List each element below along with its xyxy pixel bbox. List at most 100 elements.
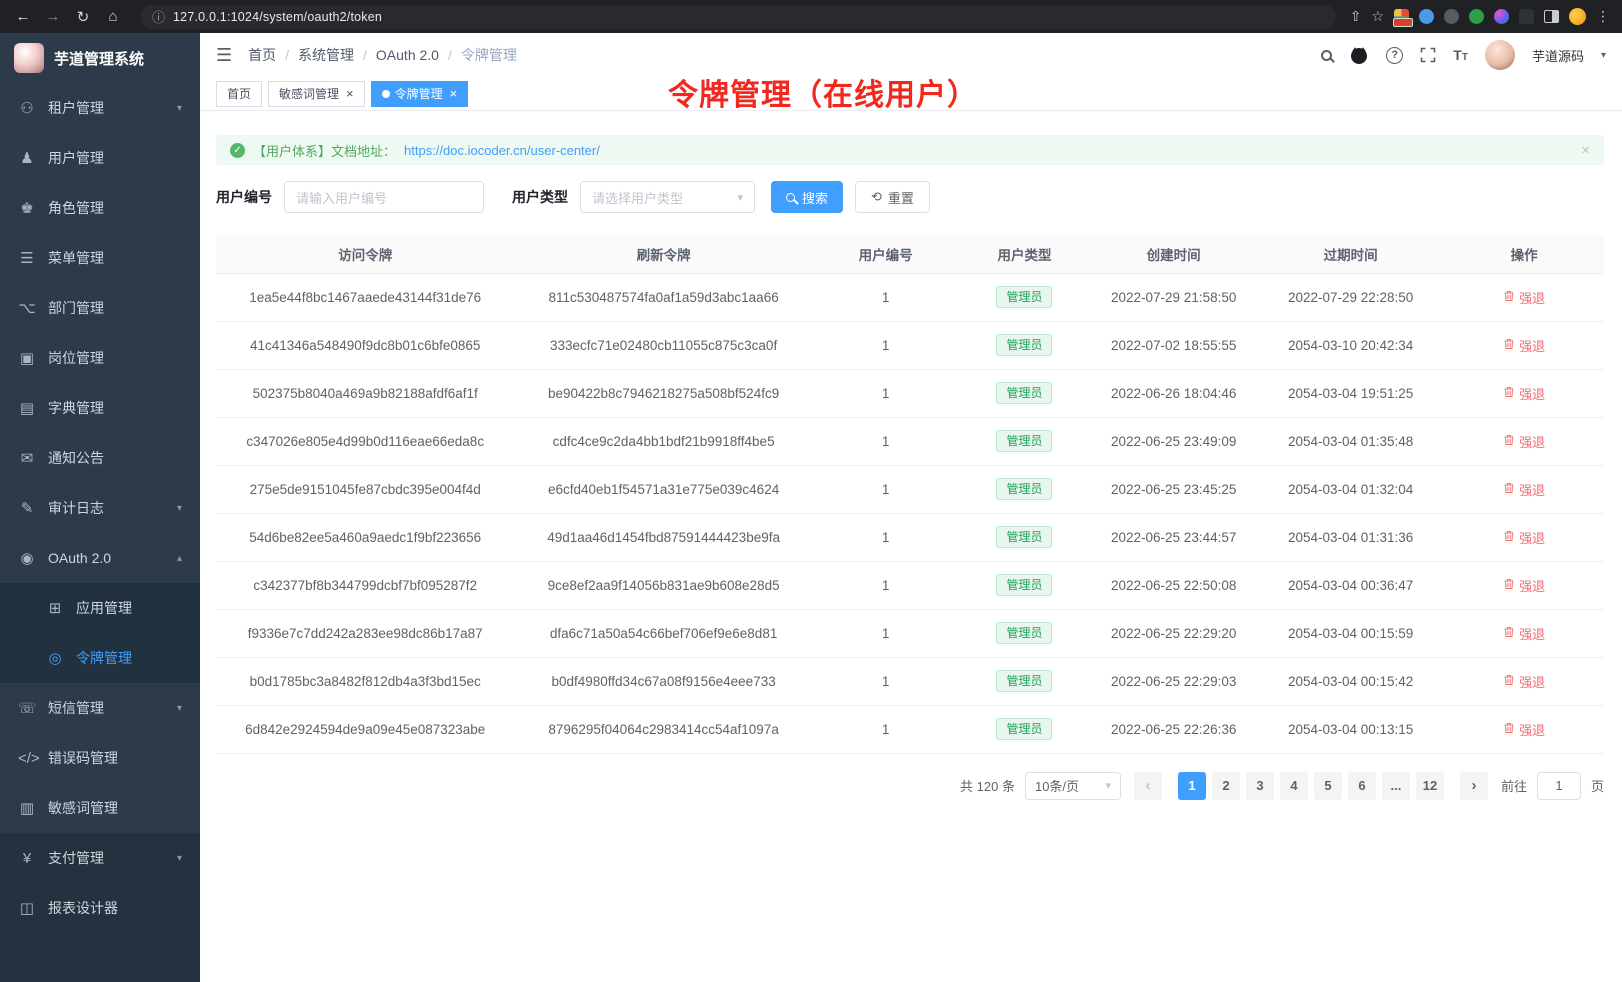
force-logout-label: 强退 xyxy=(1519,432,1545,451)
user-id-placeholder: 请输入用户编号 xyxy=(296,188,472,207)
user-icon: ♟ xyxy=(18,149,36,167)
goto-label: 前往 xyxy=(1501,776,1527,795)
app-icon: ⊞ xyxy=(46,599,64,617)
extension-icon[interactable] xyxy=(1419,9,1434,24)
sidebar-item-post[interactable]: ▣岗位管理 xyxy=(0,333,200,383)
access-token-cell: 6d842e2924594de9a09e45e087323abe xyxy=(216,705,514,753)
next-page-button[interactable]: › xyxy=(1460,772,1488,800)
sidebar-item-menu[interactable]: ☰菜单管理 xyxy=(0,233,200,283)
fullscreen-icon[interactable] xyxy=(1420,47,1436,63)
sidebar-item-oauth2[interactable]: ◉OAuth 2.0▴ xyxy=(0,533,200,583)
doc-link[interactable]: https://doc.iocoder.cn/user-center/ xyxy=(404,143,600,158)
collapse-menu-icon[interactable]: ☰ xyxy=(216,45,232,66)
share-icon[interactable]: ⇧ xyxy=(1350,8,1362,25)
logo-row[interactable]: 芋道管理系统 xyxy=(0,33,200,83)
sidebar-item-errcode[interactable]: </>错误码管理 xyxy=(0,733,200,783)
sidebar-item-audit[interactable]: ✎审计日志▾ xyxy=(0,483,200,533)
pager-ellipsis[interactable]: ... xyxy=(1382,772,1410,800)
alert-close-icon[interactable]: × xyxy=(1581,142,1590,159)
expire-time-cell: 2054-03-04 19:51:25 xyxy=(1257,369,1444,417)
extension-icon[interactable] xyxy=(1394,9,1409,24)
user-id-cell: 1 xyxy=(813,513,959,561)
access-token-cell: 275e5de9151045fe87cbdc395e004f4d xyxy=(216,465,514,513)
force-logout-button[interactable]: 强退 xyxy=(1503,336,1545,355)
browser-chrome: ← → ↻ ⌂ ⓘ 127.0.0.1:1024/system/oauth2/t… xyxy=(0,0,1622,33)
pager-page-button[interactable]: 12 xyxy=(1416,772,1444,800)
action-cell: 强退 xyxy=(1444,705,1604,753)
extension-icon[interactable] xyxy=(1519,9,1534,24)
forward-icon[interactable]: → xyxy=(40,5,66,29)
back-icon[interactable]: ← xyxy=(10,5,36,29)
home-icon[interactable]: ⌂ xyxy=(100,5,126,29)
user-id-input[interactable]: 请输入用户编号 xyxy=(284,181,484,213)
extension-icon[interactable] xyxy=(1469,9,1484,24)
search-icon[interactable] xyxy=(1321,50,1332,61)
sidebar-item-role[interactable]: ♚角色管理 xyxy=(0,183,200,233)
sidebar-item-oauth2-app[interactable]: ⊞应用管理 xyxy=(0,583,200,633)
tenant-icon: ⚇ xyxy=(18,99,36,117)
force-logout-button[interactable]: 强退 xyxy=(1503,288,1545,307)
pager-page-button[interactable]: 2 xyxy=(1212,772,1240,800)
sidebar-item-sms[interactable]: ☏短信管理▾ xyxy=(0,683,200,733)
chevron-down-icon: ▾ xyxy=(177,503,182,514)
user-id-cell: 1 xyxy=(813,465,959,513)
sidebar-item-report[interactable]: ◫报表设计器 xyxy=(0,883,200,933)
user-type-select[interactable]: 请选择用户类型 ▾ xyxy=(580,181,755,213)
site-info-icon[interactable]: ⓘ xyxy=(152,7,165,26)
tab-token[interactable]: 令牌管理× xyxy=(371,81,469,107)
bookmark-star-icon[interactable]: ☆ xyxy=(1371,8,1384,25)
sidebar-item-sensitive[interactable]: ▥敏感词管理 xyxy=(0,783,200,833)
sidebar-item-user[interactable]: ♟用户管理 xyxy=(0,133,200,183)
url-bar[interactable]: ⓘ 127.0.0.1:1024/system/oauth2/token xyxy=(140,5,1336,29)
force-logout-button[interactable]: 强退 xyxy=(1503,432,1545,451)
tab-sensitive[interactable]: 敏感词管理× xyxy=(268,81,365,107)
tab-close-icon[interactable]: × xyxy=(450,87,458,100)
reload-icon[interactable]: ↻ xyxy=(70,5,96,29)
force-logout-button[interactable]: 强退 xyxy=(1503,720,1545,739)
force-logout-button[interactable]: 强退 xyxy=(1503,480,1545,499)
create-time-cell: 2022-06-25 23:45:25 xyxy=(1090,465,1257,513)
force-logout-button[interactable]: 强退 xyxy=(1503,672,1545,691)
sidebar-toggle-icon[interactable] xyxy=(1544,10,1559,23)
github-icon[interactable] xyxy=(1349,45,1369,65)
force-logout-button[interactable]: 强退 xyxy=(1503,384,1545,403)
sidebar-item-notice[interactable]: ✉通知公告 xyxy=(0,433,200,483)
pager-page-button[interactable]: 3 xyxy=(1246,772,1274,800)
force-logout-button[interactable]: 强退 xyxy=(1503,576,1545,595)
sidebar-item-tenant[interactable]: ⚇租户管理▾ xyxy=(0,83,200,133)
reset-button[interactable]: ⟲ 重置 xyxy=(855,181,930,213)
pager-page-button[interactable]: 1 xyxy=(1178,772,1206,800)
page-size-select[interactable]: 10条/页 ▾ xyxy=(1025,772,1121,800)
font-size-icon[interactable]: TT xyxy=(1453,47,1468,63)
chevron-down-icon[interactable]: ▾ xyxy=(1601,50,1606,61)
extension-icon[interactable] xyxy=(1444,9,1459,24)
user-name[interactable]: 芋道源码 xyxy=(1532,46,1584,65)
refresh-token-cell: cdfc4ce9c2da4bb1bdf21b9918ff4be5 xyxy=(514,417,812,465)
create-time-cell: 2022-07-29 21:58:50 xyxy=(1090,273,1257,321)
force-logout-button[interactable]: 强退 xyxy=(1503,624,1545,643)
tab-close-icon[interactable]: × xyxy=(346,87,354,100)
pager-page-button[interactable]: 5 xyxy=(1314,772,1342,800)
search-button[interactable]: 搜索 xyxy=(771,181,843,213)
browser-profile-avatar[interactable] xyxy=(1569,8,1586,25)
refresh-token-cell: 811c530487574fa0af1a59d3abc1aa66 xyxy=(514,273,812,321)
sidebar-item-dept[interactable]: ⌥部门管理 xyxy=(0,283,200,333)
prev-page-button[interactable]: ‹ xyxy=(1134,772,1162,800)
sidebar-item-pay[interactable]: ¥支付管理▾ xyxy=(0,833,200,883)
goto-page-input[interactable] xyxy=(1537,772,1581,800)
pager-page-button[interactable]: 6 xyxy=(1348,772,1376,800)
breadcrumb-item[interactable]: 首页 xyxy=(248,45,276,65)
pager-page-button[interactable]: 4 xyxy=(1280,772,1308,800)
breadcrumb-item[interactable]: 令牌管理 xyxy=(461,45,517,65)
help-icon[interactable]: ? xyxy=(1386,47,1403,64)
user-id-cell: 1 xyxy=(813,561,959,609)
user-avatar[interactable] xyxy=(1485,40,1515,70)
force-logout-button[interactable]: 强退 xyxy=(1503,528,1545,547)
browser-menu-icon[interactable]: ⋮ xyxy=(1596,8,1610,25)
breadcrumb-item[interactable]: 系统管理 xyxy=(298,45,354,65)
extension-icon[interactable] xyxy=(1494,9,1509,24)
sidebar-item-oauth2-token[interactable]: ◎令牌管理 xyxy=(0,633,200,683)
breadcrumb-item[interactable]: OAuth 2.0 xyxy=(376,47,439,63)
sidebar-item-dict[interactable]: ▤字典管理 xyxy=(0,383,200,433)
tab-home[interactable]: 首页 xyxy=(216,81,262,107)
